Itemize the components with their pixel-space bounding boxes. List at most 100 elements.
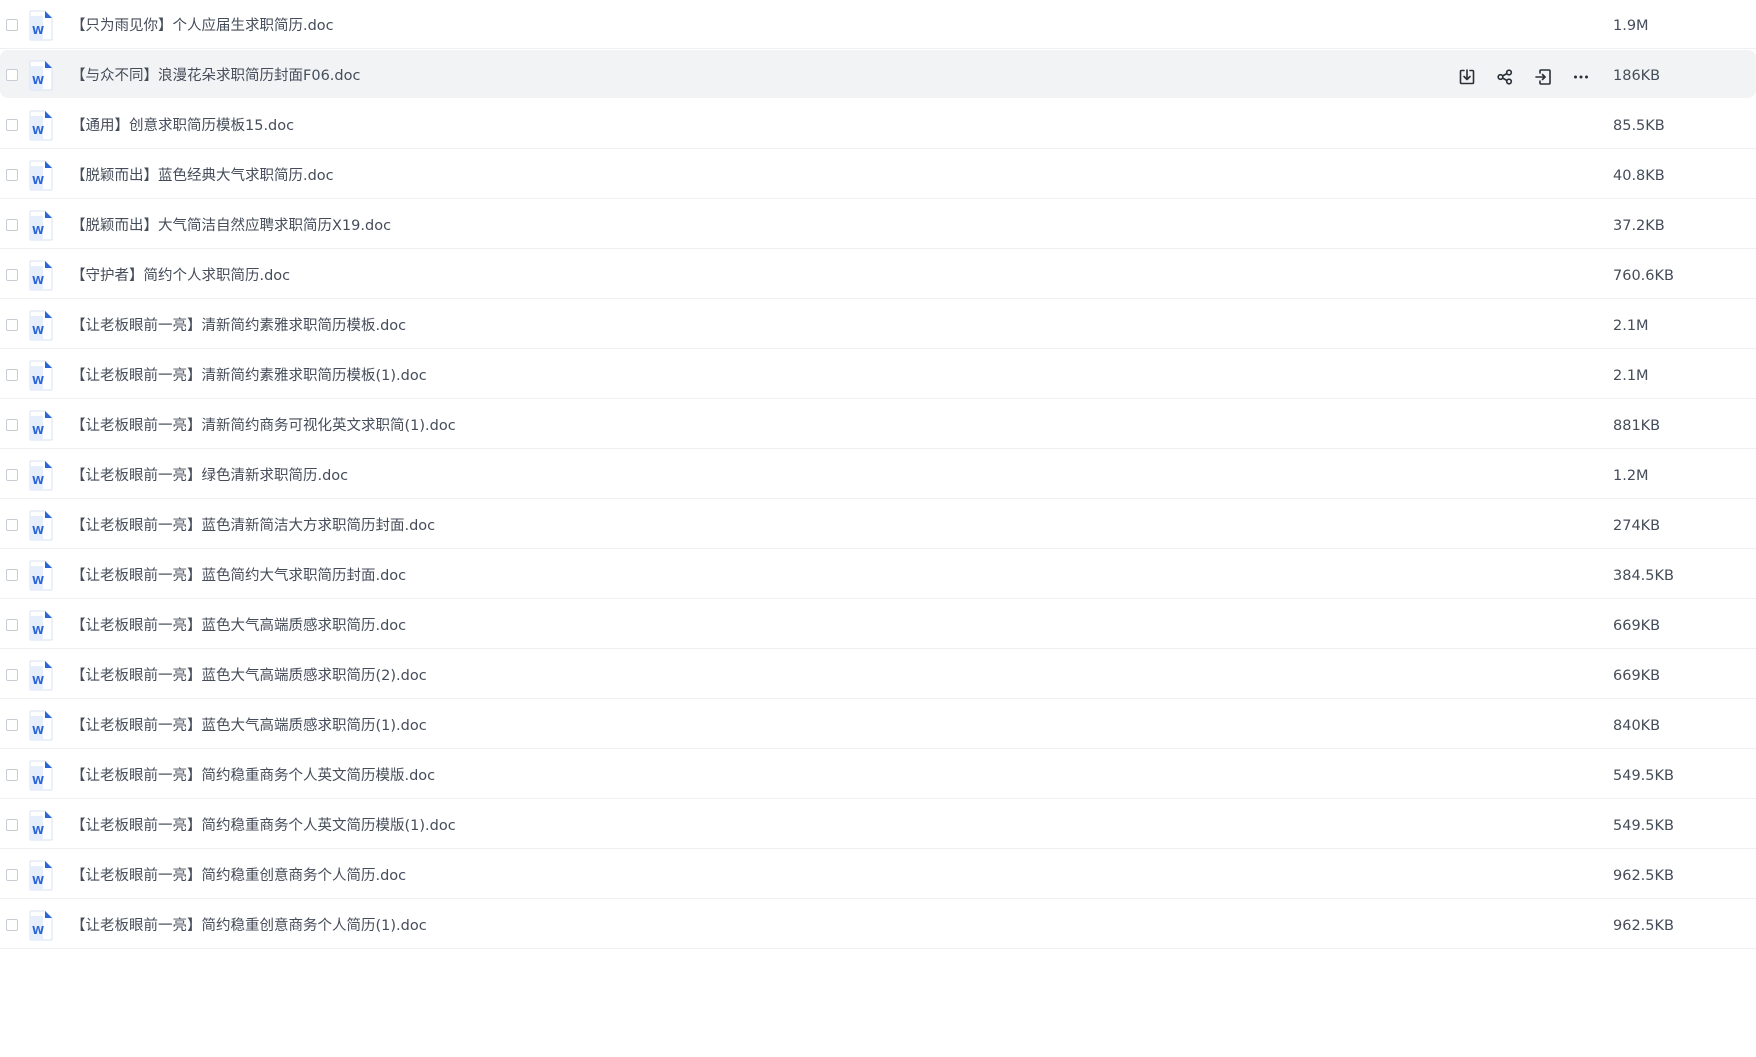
svg-text:W: W [32, 674, 44, 687]
file-name[interactable]: 【脱颖而出】蓝色经典大气求职简历.doc [71, 166, 334, 186]
word-doc-icon: W [28, 410, 54, 441]
file-row[interactable]: W 【让老板眼前一亮】简约稳重创意商务个人简历.doc 962.5KB [0, 849, 1756, 899]
row-checkbox[interactable] [6, 669, 18, 681]
row-checkbox[interactable] [6, 169, 18, 181]
file-name[interactable]: 【让老板眼前一亮】绿色清新求职简历.doc [71, 466, 348, 486]
file-size: 85.5KB [1613, 118, 1665, 134]
file-name[interactable]: 【让老板眼前一亮】蓝色大气高端质感求职简历(1).doc [71, 716, 427, 736]
file-size: 549.5KB [1613, 818, 1674, 834]
row-checkbox[interactable] [6, 769, 18, 781]
svg-text:W: W [32, 624, 44, 637]
file-row[interactable]: W 【让老板眼前一亮】蓝色大气高端质感求职简历(1).doc 840KB [0, 699, 1756, 749]
file-row[interactable]: W 【脱颖而出】蓝色经典大气求职简历.doc 40.8KB [0, 149, 1756, 199]
file-size: 2.1M [1613, 368, 1649, 384]
word-doc-icon: W [28, 760, 54, 791]
file-size: 760.6KB [1613, 268, 1674, 284]
file-row[interactable]: W 【让老板眼前一亮】绿色清新求职简历.doc 1.2M [0, 449, 1756, 499]
file-name[interactable]: 【让老板眼前一亮】简约稳重商务个人英文简历模版.doc [71, 766, 435, 786]
file-name[interactable]: 【让老板眼前一亮】蓝色大气高端质感求职简历(2).doc [71, 666, 427, 686]
file-row[interactable]: W 【让老板眼前一亮】蓝色大气高端质感求职简历.doc 669KB [0, 599, 1756, 649]
file-name[interactable]: 【让老板眼前一亮】蓝色大气高端质感求职简历.doc [71, 616, 406, 636]
row-checkbox[interactable] [6, 419, 18, 431]
share-icon [1496, 68, 1514, 86]
file-name[interactable]: 【让老板眼前一亮】简约稳重商务个人英文简历模版(1).doc [71, 816, 456, 836]
svg-text:W: W [32, 574, 44, 587]
file-size: 274KB [1613, 518, 1661, 534]
file-row[interactable]: W 【只为雨见你】个人应届生求职简历.doc 1.9M [0, 0, 1756, 49]
file-size: 549.5KB [1613, 768, 1674, 784]
file-row[interactable]: W 【脱颖而出】大气简洁自然应聘求职简历X19.doc 37.2KB [0, 199, 1756, 249]
file-row[interactable]: W 【与众不同】浪漫花朵求职简历封面F06.doc 186KB [0, 49, 1756, 99]
word-doc-icon: W [28, 110, 54, 141]
file-row[interactable]: W 【让老板眼前一亮】简约稳重商务个人英文简历模版.doc 549.5KB [0, 749, 1756, 799]
svg-text:W: W [32, 824, 44, 837]
svg-text:W: W [32, 274, 44, 287]
share-button[interactable] [1494, 66, 1516, 88]
file-row[interactable]: W 【让老板眼前一亮】清新简约素雅求职简历模板.doc 2.1M [0, 299, 1756, 349]
row-checkbox[interactable] [6, 469, 18, 481]
file-row[interactable]: W 【让老板眼前一亮】蓝色简约大气求职简历封面.doc 384.5KB [0, 549, 1756, 599]
row-checkbox[interactable] [6, 19, 18, 31]
download-button[interactable] [1456, 66, 1478, 88]
row-checkbox[interactable] [6, 719, 18, 731]
row-checkbox[interactable] [6, 569, 18, 581]
file-size: 840KB [1613, 718, 1661, 734]
word-doc-icon: W [28, 610, 54, 641]
file-name[interactable]: 【让老板眼前一亮】清新简约素雅求职简历模板.doc [71, 316, 406, 336]
row-checkbox[interactable] [6, 619, 18, 631]
row-checkbox[interactable] [6, 69, 18, 81]
word-doc-icon: W [28, 60, 54, 91]
file-row[interactable]: W 【守护者】简约个人求职简历.doc 760.6KB [0, 249, 1756, 299]
file-size: 40.8KB [1613, 168, 1665, 184]
file-row[interactable]: W 【让老板眼前一亮】蓝色大气高端质感求职简历(2).doc 669KB [0, 649, 1756, 699]
file-name[interactable]: 【让老板眼前一亮】简约稳重创意商务个人简历.doc [71, 866, 406, 886]
word-doc-icon: W [28, 260, 54, 291]
row-checkbox[interactable] [6, 919, 18, 931]
svg-text:W: W [32, 724, 44, 737]
file-name[interactable]: 【让老板眼前一亮】简约稳重创意商务个人简历(1).doc [71, 916, 427, 936]
file-name[interactable]: 【让老板眼前一亮】蓝色简约大气求职简历封面.doc [71, 566, 406, 586]
svg-text:W: W [32, 924, 44, 937]
row-checkbox[interactable] [6, 519, 18, 531]
file-name[interactable]: 【让老板眼前一亮】蓝色清新简洁大方求职简历封面.doc [71, 516, 435, 536]
file-name[interactable]: 【守护者】简约个人求职简历.doc [71, 266, 290, 286]
more-button[interactable] [1570, 66, 1592, 88]
svg-text:W: W [32, 874, 44, 887]
file-row[interactable]: W 【让老板眼前一亮】清新简约商务可视化英文求职简(1).doc 881KB [0, 399, 1756, 449]
file-row[interactable]: W 【让老板眼前一亮】简约稳重创意商务个人简历(1).doc 962.5KB [0, 899, 1756, 949]
word-doc-icon: W [28, 210, 54, 241]
svg-text:W: W [32, 74, 44, 87]
row-checkbox[interactable] [6, 369, 18, 381]
row-actions [1456, 66, 1592, 88]
file-size: 962.5KB [1613, 868, 1674, 884]
word-doc-icon: W [28, 810, 54, 841]
word-doc-icon: W [28, 660, 54, 691]
row-checkbox[interactable] [6, 219, 18, 231]
word-doc-icon: W [28, 510, 54, 541]
file-name[interactable]: 【与众不同】浪漫花朵求职简历封面F06.doc [71, 66, 360, 86]
row-checkbox[interactable] [6, 869, 18, 881]
file-row[interactable]: W 【让老板眼前一亮】清新简约素雅求职简历模板(1).doc 2.1M [0, 349, 1756, 399]
file-name[interactable]: 【让老板眼前一亮】清新简约素雅求职简历模板(1).doc [71, 366, 427, 386]
row-checkbox[interactable] [6, 819, 18, 831]
file-row[interactable]: W 【让老板眼前一亮】蓝色清新简洁大方求职简历封面.doc 274KB [0, 499, 1756, 549]
file-name[interactable]: 【只为雨见你】个人应届生求职简历.doc [71, 16, 334, 36]
word-doc-icon: W [28, 360, 54, 391]
row-checkbox[interactable] [6, 119, 18, 131]
file-row[interactable]: W 【通用】创意求职简历模板15.doc 85.5KB [0, 99, 1756, 149]
svg-text:W: W [32, 24, 44, 37]
word-doc-icon: W [28, 160, 54, 191]
svg-text:W: W [32, 774, 44, 787]
file-name[interactable]: 【脱颖而出】大气简洁自然应聘求职简历X19.doc [71, 216, 391, 236]
svg-text:W: W [32, 524, 44, 537]
word-doc-icon: W [28, 910, 54, 941]
file-name[interactable]: 【通用】创意求职简历模板15.doc [71, 116, 294, 136]
file-name[interactable]: 【让老板眼前一亮】清新简约商务可视化英文求职简(1).doc [71, 416, 456, 436]
row-checkbox[interactable] [6, 319, 18, 331]
svg-text:W: W [32, 224, 44, 237]
file-row[interactable]: W 【让老板眼前一亮】简约稳重商务个人英文简历模版(1).doc 549.5KB [0, 799, 1756, 849]
row-checkbox[interactable] [6, 269, 18, 281]
file-size: 384.5KB [1613, 568, 1674, 584]
move-button[interactable] [1532, 66, 1554, 88]
file-size: 881KB [1613, 418, 1661, 434]
